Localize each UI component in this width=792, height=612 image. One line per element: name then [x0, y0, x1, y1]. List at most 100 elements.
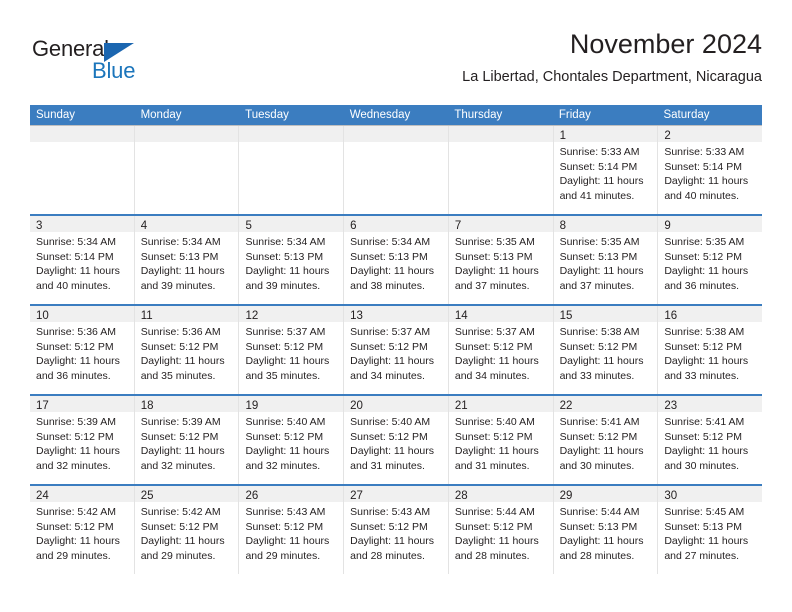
day-cell[interactable]: 2 Sunrise: 5:33 AM Sunset: 5:14 PM Dayli…: [658, 126, 763, 214]
day-details: [239, 142, 343, 145]
day-cell[interactable]: 10 Sunrise: 5:36 AM Sunset: 5:12 PM Dayl…: [30, 306, 135, 394]
daylight-text-line1: Daylight: 11 hours: [454, 265, 539, 278]
daylight-text-line1: Daylight: 11 hours: [245, 355, 330, 368]
day-number-band: 7: [448, 216, 553, 232]
day-cell[interactable]: 12 Sunrise: 5:37 AM Sunset: 5:12 PM Dayl…: [239, 306, 345, 394]
day-cell[interactable]: 22 Sunrise: 5:41 AM Sunset: 5:12 PM Dayl…: [553, 396, 659, 484]
day-cell[interactable]: 4 Sunrise: 5:34 AM Sunset: 5:13 PM Dayli…: [134, 216, 240, 304]
day-cell[interactable]: 13 Sunrise: 5:37 AM Sunset: 5:12 PM Dayl…: [344, 306, 449, 394]
day-cell[interactable]: 16 Sunrise: 5:38 AM Sunset: 5:12 PM Dayl…: [658, 306, 763, 394]
day-number-band: [448, 126, 553, 142]
day-cell[interactable]: [134, 126, 240, 214]
week-row: 1 Sunrise: 5:33 AM Sunset: 5:14 PM Dayli…: [30, 125, 763, 214]
day-number: 9: [664, 220, 671, 232]
sunset-text: Sunset: 5:12 PM: [140, 340, 219, 353]
sunset-text: Sunset: 5:12 PM: [36, 340, 114, 353]
day-cell[interactable]: 17 Sunrise: 5:39 AM Sunset: 5:12 PM Dayl…: [30, 396, 135, 484]
day-cell[interactable]: 20 Sunrise: 5:40 AM Sunset: 5:12 PM Dayl…: [344, 396, 449, 484]
day-details: Sunrise: 5:40 AM Sunset: 5:12 PM Dayligh…: [449, 412, 553, 473]
daylight-text-line2: and 35 minutes.: [140, 369, 216, 382]
day-cell[interactable]: 8 Sunrise: 5:35 AM Sunset: 5:13 PM Dayli…: [553, 216, 659, 304]
daylight-text-line2: and 34 minutes.: [454, 369, 530, 382]
day-cell[interactable]: 1 Sunrise: 5:33 AM Sunset: 5:14 PM Dayli…: [553, 126, 659, 214]
daylight-text-line2: and 32 minutes.: [140, 459, 216, 472]
day-cell[interactable]: 18 Sunrise: 5:39 AM Sunset: 5:12 PM Dayl…: [134, 396, 240, 484]
day-cell[interactable]: 5 Sunrise: 5:34 AM Sunset: 5:13 PM Dayli…: [239, 216, 345, 304]
day-number: 28: [454, 490, 468, 502]
sunrise-text: Sunrise: 5:36 AM: [36, 326, 116, 338]
day-number: 21: [454, 400, 468, 412]
day-cell[interactable]: 19 Sunrise: 5:40 AM Sunset: 5:12 PM Dayl…: [239, 396, 345, 484]
daylight-text-line1: Daylight: 11 hours: [559, 175, 644, 188]
general-blue-logo[interactable]: General Blue: [32, 36, 182, 84]
weekday-header-tuesday: Tuesday: [245, 109, 289, 121]
day-cell[interactable]: 14 Sunrise: 5:37 AM Sunset: 5:12 PM Dayl…: [448, 306, 554, 394]
sunrise-text: Sunrise: 5:39 AM: [140, 416, 221, 428]
sunrise-text: Sunrise: 5:44 AM: [454, 506, 535, 518]
sunrise-text: Sunrise: 5:38 AM: [664, 326, 745, 338]
day-details: Sunrise: 5:42 AM Sunset: 5:12 PM Dayligh…: [30, 502, 134, 563]
sunset-text: Sunset: 5:12 PM: [36, 520, 114, 533]
day-details: Sunrise: 5:39 AM Sunset: 5:12 PM Dayligh…: [135, 412, 239, 473]
day-number-band: 25: [134, 486, 239, 502]
day-number: 3: [36, 220, 43, 232]
day-cell[interactable]: 26 Sunrise: 5:43 AM Sunset: 5:12 PM Dayl…: [239, 486, 345, 574]
day-number: 25: [140, 490, 154, 502]
day-number-band: 15: [553, 306, 658, 322]
weekday-header-sunday: Sunday: [36, 109, 76, 121]
day-cell[interactable]: [344, 126, 449, 214]
sunset-text: Sunset: 5:12 PM: [559, 340, 638, 353]
day-cell[interactable]: 15 Sunrise: 5:38 AM Sunset: 5:12 PM Dayl…: [553, 306, 659, 394]
day-cell[interactable]: 11 Sunrise: 5:36 AM Sunset: 5:12 PM Dayl…: [134, 306, 240, 394]
day-cell[interactable]: 21 Sunrise: 5:40 AM Sunset: 5:12 PM Dayl…: [448, 396, 554, 484]
day-details: Sunrise: 5:43 AM Sunset: 5:12 PM Dayligh…: [344, 502, 448, 563]
day-cell[interactable]: 28 Sunrise: 5:44 AM Sunset: 5:12 PM Dayl…: [448, 486, 554, 574]
day-details: [30, 142, 134, 145]
day-cell[interactable]: 7 Sunrise: 5:35 AM Sunset: 5:13 PM Dayli…: [448, 216, 554, 304]
day-cell[interactable]: [30, 126, 135, 214]
day-details: Sunrise: 5:35 AM Sunset: 5:13 PM Dayligh…: [554, 232, 658, 293]
day-number-band: 13: [344, 306, 448, 322]
day-number-band: 18: [134, 396, 239, 412]
day-number-band: 6: [344, 216, 448, 232]
daylight-text-line1: Daylight: 11 hours: [559, 535, 644, 548]
sunrise-text: Sunrise: 5:34 AM: [36, 236, 116, 248]
day-details: Sunrise: 5:44 AM Sunset: 5:13 PM Dayligh…: [554, 502, 658, 563]
daylight-text-line2: and 29 minutes.: [245, 549, 321, 562]
day-cell[interactable]: [448, 126, 554, 214]
daylight-text-line2: and 28 minutes.: [350, 549, 425, 562]
sunrise-text: Sunrise: 5:43 AM: [245, 506, 326, 518]
sunset-text: Sunset: 5:12 PM: [245, 520, 324, 533]
daylight-text-line1: Daylight: 11 hours: [36, 445, 120, 458]
day-number: 7: [454, 220, 462, 232]
daylight-text-line1: Daylight: 11 hours: [36, 265, 120, 278]
daylight-text-line1: Daylight: 11 hours: [36, 535, 120, 548]
day-cell[interactable]: [239, 126, 345, 214]
daylight-text-line1: Daylight: 11 hours: [559, 445, 644, 458]
daylight-text-line2: and 30 minutes.: [664, 459, 740, 472]
sunset-text: Sunset: 5:12 PM: [245, 340, 324, 353]
day-cell[interactable]: 9 Sunrise: 5:35 AM Sunset: 5:12 PM Dayli…: [658, 216, 763, 304]
day-number-band: 30: [658, 486, 763, 502]
day-details: Sunrise: 5:36 AM Sunset: 5:12 PM Dayligh…: [135, 322, 239, 383]
day-cell[interactable]: 29 Sunrise: 5:44 AM Sunset: 5:13 PM Dayl…: [553, 486, 659, 574]
day-number: 26: [245, 490, 259, 502]
day-details: [449, 142, 553, 145]
daylight-text-line2: and 32 minutes.: [245, 459, 321, 472]
day-details: Sunrise: 5:34 AM Sunset: 5:14 PM Dayligh…: [30, 232, 134, 293]
daylight-text-line1: Daylight: 11 hours: [664, 265, 749, 278]
day-number-band: 1: [553, 126, 658, 142]
week-row: 17 Sunrise: 5:39 AM Sunset: 5:12 PM Dayl…: [30, 394, 763, 484]
day-cell[interactable]: 30 Sunrise: 5:45 AM Sunset: 5:13 PM Dayl…: [658, 486, 763, 574]
day-number-band: [134, 126, 239, 142]
day-cell[interactable]: 6 Sunrise: 5:34 AM Sunset: 5:13 PM Dayli…: [344, 216, 449, 304]
day-details: Sunrise: 5:35 AM Sunset: 5:12 PM Dayligh…: [658, 232, 762, 293]
day-cell[interactable]: 3 Sunrise: 5:34 AM Sunset: 5:14 PM Dayli…: [30, 216, 135, 304]
day-cell[interactable]: 25 Sunrise: 5:42 AM Sunset: 5:12 PM Dayl…: [134, 486, 240, 574]
day-cell[interactable]: 23 Sunrise: 5:41 AM Sunset: 5:12 PM Dayl…: [658, 396, 763, 484]
daylight-text-line2: and 38 minutes.: [350, 279, 425, 292]
sunrise-text: Sunrise: 5:45 AM: [664, 506, 745, 518]
day-cell[interactable]: 27 Sunrise: 5:43 AM Sunset: 5:12 PM Dayl…: [344, 486, 449, 574]
day-cell[interactable]: 24 Sunrise: 5:42 AM Sunset: 5:12 PM Dayl…: [30, 486, 135, 574]
daylight-text-line2: and 27 minutes.: [664, 549, 740, 562]
